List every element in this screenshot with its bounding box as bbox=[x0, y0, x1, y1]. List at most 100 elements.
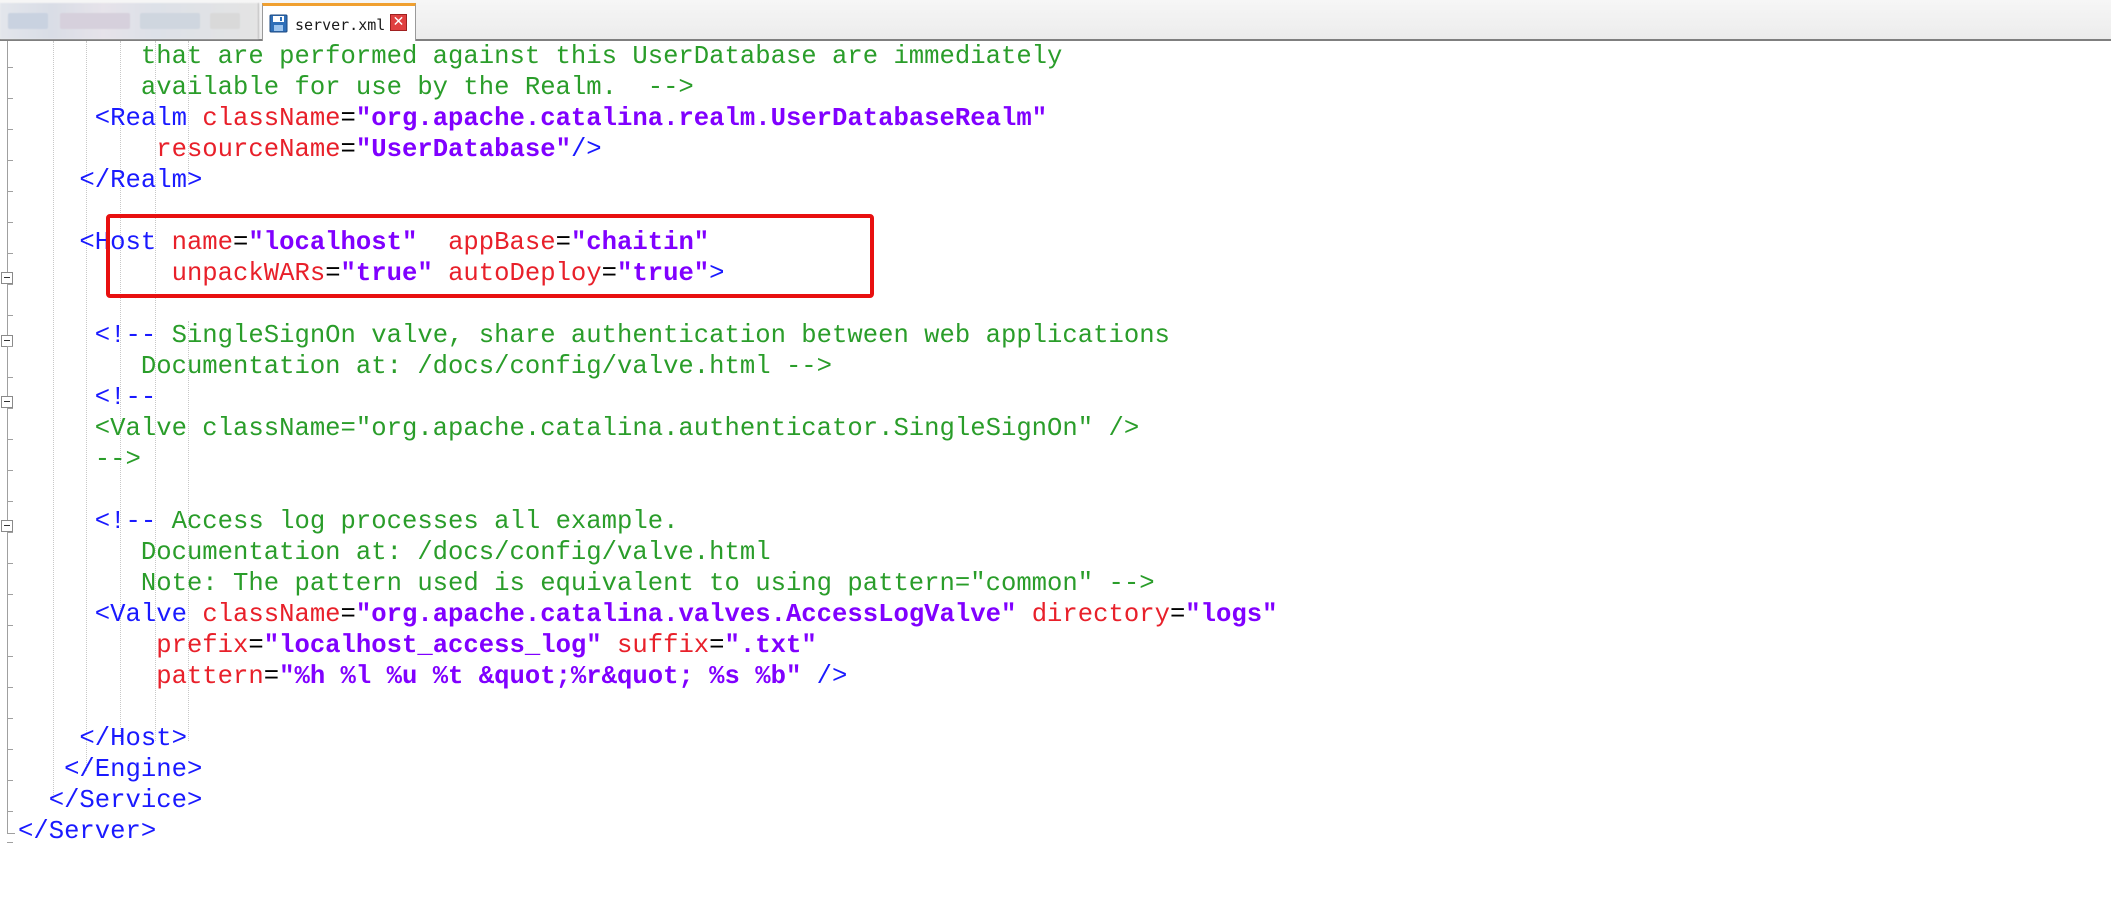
code-line[interactable]: </Realm> bbox=[18, 165, 202, 196]
code-token: = bbox=[1169, 600, 1186, 629]
fold-tick bbox=[7, 253, 13, 254]
fold-tick bbox=[7, 625, 13, 626]
fold-tick bbox=[7, 842, 13, 843]
code-token: Documentation at: /docs/config/valve.htm… bbox=[18, 538, 771, 567]
code-token: <Valve className="org.apache.catalina.au… bbox=[18, 414, 1140, 443]
fold-tick bbox=[7, 315, 13, 316]
fold-tick bbox=[7, 284, 13, 285]
code-line[interactable]: available for use by the Realm. --> bbox=[18, 72, 694, 103]
code-token: </Service> bbox=[18, 786, 203, 815]
fold-tick bbox=[7, 67, 13, 68]
fold-tick bbox=[7, 377, 13, 378]
code-line[interactable]: </Server> bbox=[18, 816, 156, 847]
fold-end-marker bbox=[7, 833, 15, 834]
blurred-tab[interactable] bbox=[0, 3, 259, 39]
code-line[interactable]: resourceName="UserDatabase"/> bbox=[18, 134, 602, 165]
code-token: <!-- bbox=[18, 321, 172, 350]
code-line[interactable]: <!-- Access log processes all example. bbox=[18, 506, 679, 537]
code-token: = bbox=[248, 631, 264, 660]
code-token: <!-- bbox=[18, 383, 157, 412]
fold-tick bbox=[7, 160, 13, 161]
code-line[interactable]: pattern="%h %l %u %t &quot;%r&quot; %s %… bbox=[18, 661, 847, 692]
fold-toggle-icon[interactable] bbox=[1, 272, 13, 284]
code-token: </Server> bbox=[18, 817, 157, 846]
code-token: = bbox=[263, 662, 280, 691]
code-token: ".txt" bbox=[724, 631, 817, 660]
code-line[interactable]: <!-- SingleSignOn valve, share authentic… bbox=[18, 320, 1170, 351]
code-line[interactable]: </Service> bbox=[18, 785, 203, 816]
fold-margin bbox=[0, 41, 16, 859]
fold-tick bbox=[7, 222, 13, 223]
code-token: "org.apache.catalina.valves.AccessLogVal… bbox=[355, 600, 1017, 629]
code-token: "localhost_access_log" bbox=[263, 631, 602, 660]
save-file-icon bbox=[269, 14, 288, 33]
code-line[interactable]: <!-- bbox=[18, 382, 156, 413]
code-token: <Realm bbox=[18, 104, 203, 133]
code-line[interactable]: that are performed against this UserData… bbox=[18, 41, 1063, 72]
code-token: Note: The pattern used is equivalent to … bbox=[18, 569, 1155, 598]
tab-bar: server.xml ✕ bbox=[0, 0, 2111, 41]
code-token: = bbox=[340, 104, 356, 133]
code-token: </Realm> bbox=[18, 166, 203, 195]
code-token: className bbox=[202, 104, 341, 133]
code-line[interactable]: </Engine> bbox=[18, 754, 202, 785]
fold-tick bbox=[7, 811, 13, 812]
fold-tick bbox=[7, 718, 13, 719]
code-token: Access log processes all example. bbox=[171, 507, 679, 536]
code-token: directory bbox=[1031, 600, 1170, 629]
code-token: /> bbox=[816, 662, 848, 691]
code-line[interactable]: Note: The pattern used is equivalent to … bbox=[18, 568, 1155, 599]
fold-tick bbox=[7, 191, 13, 192]
close-tab-icon[interactable]: ✕ bbox=[390, 14, 407, 31]
code-line[interactable]: prefix="localhost_access_log" suffix=".t… bbox=[18, 630, 817, 661]
code-token: /> bbox=[570, 135, 602, 164]
code-token: = bbox=[340, 135, 356, 164]
code-token: resourceName bbox=[18, 135, 341, 164]
code-token: <Valve bbox=[18, 600, 203, 629]
fold-tick bbox=[7, 563, 13, 564]
code-token: "logs" bbox=[1185, 600, 1278, 629]
fold-toggle-icon[interactable] bbox=[1, 520, 13, 532]
fold-tick bbox=[7, 346, 13, 347]
fold-tick bbox=[7, 687, 13, 688]
code-token: pattern bbox=[18, 662, 264, 691]
fold-tick bbox=[7, 594, 13, 595]
code-token: <!-- bbox=[18, 507, 172, 536]
code-line[interactable]: Documentation at: /docs/config/valve.htm… bbox=[18, 537, 771, 568]
code-token: available for use by the Realm. --> bbox=[18, 73, 694, 102]
code-token: SingleSignOn valve, share authentication… bbox=[171, 321, 1170, 350]
code-token: "org.apache.catalina.realm.UserDatabaseR… bbox=[355, 104, 1048, 133]
fold-tick bbox=[7, 656, 13, 657]
code-line[interactable]: <Realm className="org.apache.catalina.re… bbox=[18, 103, 1047, 134]
code-line[interactable]: </Host> bbox=[18, 723, 187, 754]
code-token: suffix bbox=[617, 631, 710, 660]
code-token: </Host> bbox=[18, 724, 187, 753]
code-line[interactable]: Documentation at: /docs/config/valve.htm… bbox=[18, 351, 832, 382]
fold-tick bbox=[7, 780, 13, 781]
code-token: --> bbox=[18, 445, 141, 474]
fold-tick bbox=[7, 98, 13, 99]
code-line[interactable]: <Valve className="org.apache.catalina.au… bbox=[18, 413, 1139, 444]
fold-tick bbox=[7, 749, 13, 750]
code-token: Documentation at: /docs/config/valve.htm… bbox=[18, 352, 833, 381]
code-line[interactable]: --> bbox=[18, 444, 141, 475]
code-token: prefix bbox=[18, 631, 249, 660]
code-token: = bbox=[340, 600, 356, 629]
fold-tick bbox=[7, 129, 13, 130]
code-token: "UserDatabase" bbox=[355, 135, 571, 164]
code-editor[interactable]: that are performed against this UserData… bbox=[0, 41, 2111, 899]
tab-server-xml[interactable]: server.xml ✕ bbox=[262, 3, 416, 41]
tab-label: server.xml bbox=[295, 16, 386, 34]
fold-tick bbox=[7, 470, 13, 471]
code-token: "%h %l %u %t &quot;%r&quot; %s %b" bbox=[279, 662, 802, 691]
fold-tick bbox=[7, 532, 13, 533]
code-line[interactable]: <Valve className="org.apache.catalina.va… bbox=[18, 599, 1278, 630]
code-token: </Engine> bbox=[18, 755, 203, 784]
host-highlight-box bbox=[106, 214, 874, 298]
fold-toggle-icon[interactable] bbox=[1, 396, 13, 408]
code-token: className bbox=[202, 600, 341, 629]
code-token: that are performed against this UserData… bbox=[18, 42, 1063, 71]
